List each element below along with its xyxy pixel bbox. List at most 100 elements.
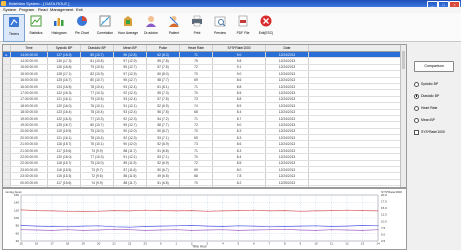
data-point bbox=[98, 225, 100, 227]
data-point bbox=[330, 210, 332, 212]
radio-icon[interactable] bbox=[414, 81, 419, 87]
app-icon bbox=[1, 1, 6, 6]
doctor-advice-icon bbox=[146, 16, 156, 27]
data-point bbox=[160, 225, 162, 227]
toolbar-button-exit-esc[interactable]: Exit(ESC) bbox=[256, 14, 276, 40]
y-right-axis-label: SYS*Rate/1000 bbox=[381, 190, 402, 194]
comparison-button[interactable]: Comparison bbox=[414, 61, 454, 72]
data-point bbox=[206, 229, 208, 231]
option-systolic-bp[interactable]: Systolic BP bbox=[414, 81, 438, 87]
data-table: Time Systolic BP Diastolic BP Mean BP Pulse H… bbox=[2, 44, 407, 188]
y-tick-label: 100 bbox=[14, 216, 19, 220]
data-point bbox=[377, 225, 379, 227]
data-point bbox=[362, 210, 363, 212]
toolbar-button-dr-advice[interactable]: Dr.advice bbox=[141, 14, 161, 40]
option-label: SYS*Rate/1000 bbox=[421, 130, 445, 134]
right-panel: Comparison Systolic BP Diastolic BP Heart … bbox=[408, 44, 459, 247]
data-point bbox=[20, 229, 22, 231]
option-mean-bp[interactable]: Mean BP bbox=[414, 117, 435, 123]
x-tick-label: 6 bbox=[253, 242, 255, 246]
x-tick-label: 7 bbox=[269, 242, 271, 246]
data-point bbox=[346, 229, 348, 231]
data-point bbox=[144, 226, 146, 227]
x-tick-label: 1 bbox=[175, 242, 177, 246]
toolbar-button-pdf-file[interactable]: PDF File bbox=[233, 14, 253, 40]
exit-icon bbox=[260, 15, 272, 27]
data-point bbox=[222, 226, 224, 227]
statistics-icon bbox=[30, 15, 42, 27]
data-point bbox=[206, 210, 208, 212]
option-sys-rate-1000[interactable]: SYS*Rate/1000 bbox=[414, 129, 445, 135]
x-tick-label: 18 bbox=[66, 242, 70, 246]
y-right-tick-label: 17.5 bbox=[381, 200, 387, 204]
data-point bbox=[113, 228, 115, 230]
x-tick-label: 17 bbox=[50, 242, 54, 246]
pdf-icon bbox=[238, 15, 248, 27]
data-point bbox=[98, 229, 100, 231]
data-point bbox=[82, 225, 84, 227]
data-point bbox=[191, 224, 193, 226]
data-point bbox=[51, 229, 53, 231]
option-label: Systolic BP bbox=[421, 82, 439, 86]
radio-icon[interactable] bbox=[414, 105, 419, 111]
data-point bbox=[36, 225, 37, 227]
data-point bbox=[160, 229, 162, 231]
y-tick-label: 60 bbox=[16, 231, 20, 235]
data-point bbox=[67, 210, 69, 212]
scrollbar-thumb[interactable] bbox=[402, 51, 405, 69]
data-point bbox=[330, 229, 332, 231]
y-tick-label: 80 bbox=[16, 224, 20, 228]
toolbar-button-statistics[interactable]: Statistics bbox=[26, 14, 46, 40]
data-point bbox=[67, 226, 69, 228]
x-tick-label: 5 bbox=[237, 242, 239, 246]
x-tick-label: 11 bbox=[330, 242, 333, 246]
data-point bbox=[362, 224, 363, 226]
data-point bbox=[175, 210, 177, 212]
patient-icon bbox=[169, 16, 179, 27]
toolbar-button-patient[interactable]: Patient bbox=[164, 14, 184, 40]
y-tick-label: 120 bbox=[14, 208, 19, 212]
data-point bbox=[346, 209, 348, 211]
data-point bbox=[315, 229, 317, 231]
radio-icon[interactable] bbox=[414, 93, 419, 99]
data-point bbox=[129, 226, 131, 228]
option-label: Mean BP bbox=[421, 118, 435, 122]
data-point bbox=[67, 229, 69, 231]
data-point bbox=[144, 209, 146, 211]
table-scrollbar[interactable] bbox=[400, 45, 406, 187]
y-right-tick-label: 10.0 bbox=[381, 219, 387, 223]
data-point bbox=[191, 210, 193, 212]
checkbox-icon[interactable] bbox=[414, 129, 419, 135]
option-heart-rate[interactable]: Heart Rate bbox=[414, 105, 437, 111]
data-point bbox=[362, 229, 363, 231]
toolbar-button-pie-chart[interactable]: Pie Chart bbox=[72, 14, 92, 40]
data-point bbox=[20, 224, 22, 226]
data-point bbox=[129, 229, 131, 231]
data-point bbox=[284, 226, 286, 227]
data-point bbox=[299, 225, 301, 227]
data-point bbox=[253, 229, 255, 231]
window-title: BriteMan System - [ DATA ROLE ] bbox=[9, 1, 70, 6]
option-label: Heart Rate bbox=[421, 106, 438, 110]
toolbar-button-histogram[interactable]: Histogram bbox=[49, 14, 69, 40]
data-point bbox=[206, 225, 208, 227]
radio-icon[interactable] bbox=[414, 117, 419, 123]
toolbar-button-print[interactable]: Print bbox=[187, 14, 207, 40]
data-point bbox=[36, 210, 37, 212]
x-tick-label: 13 bbox=[361, 242, 365, 246]
data-point bbox=[51, 210, 53, 212]
data-point bbox=[51, 226, 53, 227]
x-tick-label: 0 bbox=[160, 242, 162, 246]
timer-icon bbox=[9, 17, 19, 27]
option-diastolic-bp[interactable]: Diastolic BP bbox=[414, 93, 439, 99]
y-axis-label: mmHg (kpa) bbox=[5, 190, 22, 194]
toolbar-button-preview[interactable]: Preview bbox=[210, 14, 230, 40]
x-tick-label: 9 bbox=[300, 242, 302, 246]
data-point bbox=[315, 225, 317, 227]
toolbar-button-correlation[interactable]: Correlation bbox=[95, 14, 115, 40]
toolbar-button-timers[interactable]: Timers bbox=[3, 14, 25, 42]
toolbar: Timers Statistics Histogram Pie Chart Correl… bbox=[0, 13, 461, 42]
x-tick-label: 10 bbox=[314, 242, 318, 246]
trend-chart: 160 140 120 100 80 60 40 20.0 17.5 15.0 12.5 10.0 7.… bbox=[2, 188, 407, 250]
toolbar-button-hour-average[interactable]: Hour Average bbox=[118, 14, 138, 40]
